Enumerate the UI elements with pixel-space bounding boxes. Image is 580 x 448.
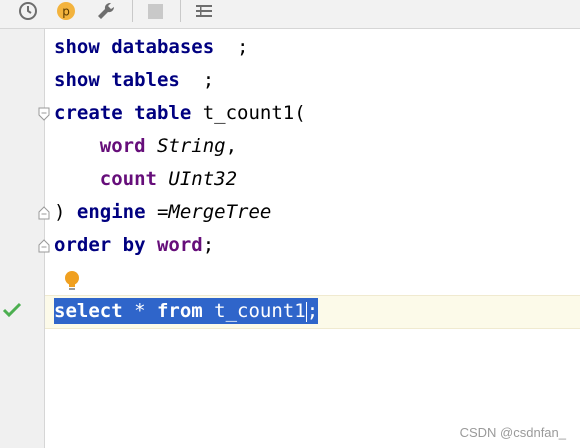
sql-keyword: order by xyxy=(54,234,146,256)
sql-text: ; xyxy=(202,234,215,256)
wrench-icon[interactable] xyxy=(94,0,118,22)
toolbar-separator xyxy=(180,0,181,22)
profile-p-label: p xyxy=(62,5,70,19)
sql-text: * xyxy=(122,300,157,322)
code-line[interactable]: show databases ; xyxy=(54,31,248,64)
code-line[interactable]: create table t_count1( xyxy=(54,97,306,130)
sql-keyword: show databases xyxy=(54,36,215,58)
sql-text: = xyxy=(145,201,169,223)
code-line[interactable]: ) engine =MergeTree xyxy=(54,196,271,229)
sql-keyword: create table xyxy=(54,102,192,124)
selected-text[interactable]: select * from t_count1; xyxy=(54,298,319,324)
sql-text: ; xyxy=(306,300,319,322)
sql-keyword: show tables xyxy=(54,69,180,91)
sql-identifier: word xyxy=(156,234,203,256)
sql-identifier: count xyxy=(99,168,157,190)
sql-keyword: select xyxy=(54,300,123,322)
sql-type: UInt32 xyxy=(168,168,238,190)
fold-end-icon[interactable] xyxy=(38,238,50,253)
execution-success-icon xyxy=(2,302,22,318)
sql-text: t_count1( xyxy=(191,102,306,124)
editor-toolbar: p xyxy=(0,0,580,29)
code-line[interactable]: word String, xyxy=(54,130,237,163)
code-line[interactable]: count UInt32 xyxy=(54,163,237,196)
fold-start-icon[interactable] xyxy=(38,106,50,121)
code-line[interactable]: show tables ; xyxy=(54,64,214,97)
profile-p-icon[interactable]: p xyxy=(54,0,78,22)
sql-text: , xyxy=(225,135,238,157)
intention-bulb-icon[interactable] xyxy=(64,270,80,292)
stop-icon[interactable] xyxy=(144,0,166,22)
sql-text: ; xyxy=(214,36,249,58)
fold-end-icon[interactable] xyxy=(38,205,50,220)
sql-keyword: from xyxy=(156,300,203,322)
sql-text: ) xyxy=(54,201,77,223)
code-line[interactable]: order by word; xyxy=(54,229,214,262)
history-icon[interactable] xyxy=(16,0,40,22)
sql-identifier: word xyxy=(99,135,146,157)
sql-text: ; xyxy=(179,69,215,91)
table-format-icon[interactable] xyxy=(192,0,216,22)
sql-type: MergeTree xyxy=(168,201,272,223)
toolbar-separator xyxy=(132,0,133,22)
sql-type: String xyxy=(156,135,226,157)
watermark: CSDN @csdnfan_ xyxy=(459,425,566,440)
sql-text: t_count1 xyxy=(202,300,306,322)
sql-keyword: engine xyxy=(76,201,146,223)
code-line[interactable]: select * from t_count1; xyxy=(54,295,319,328)
